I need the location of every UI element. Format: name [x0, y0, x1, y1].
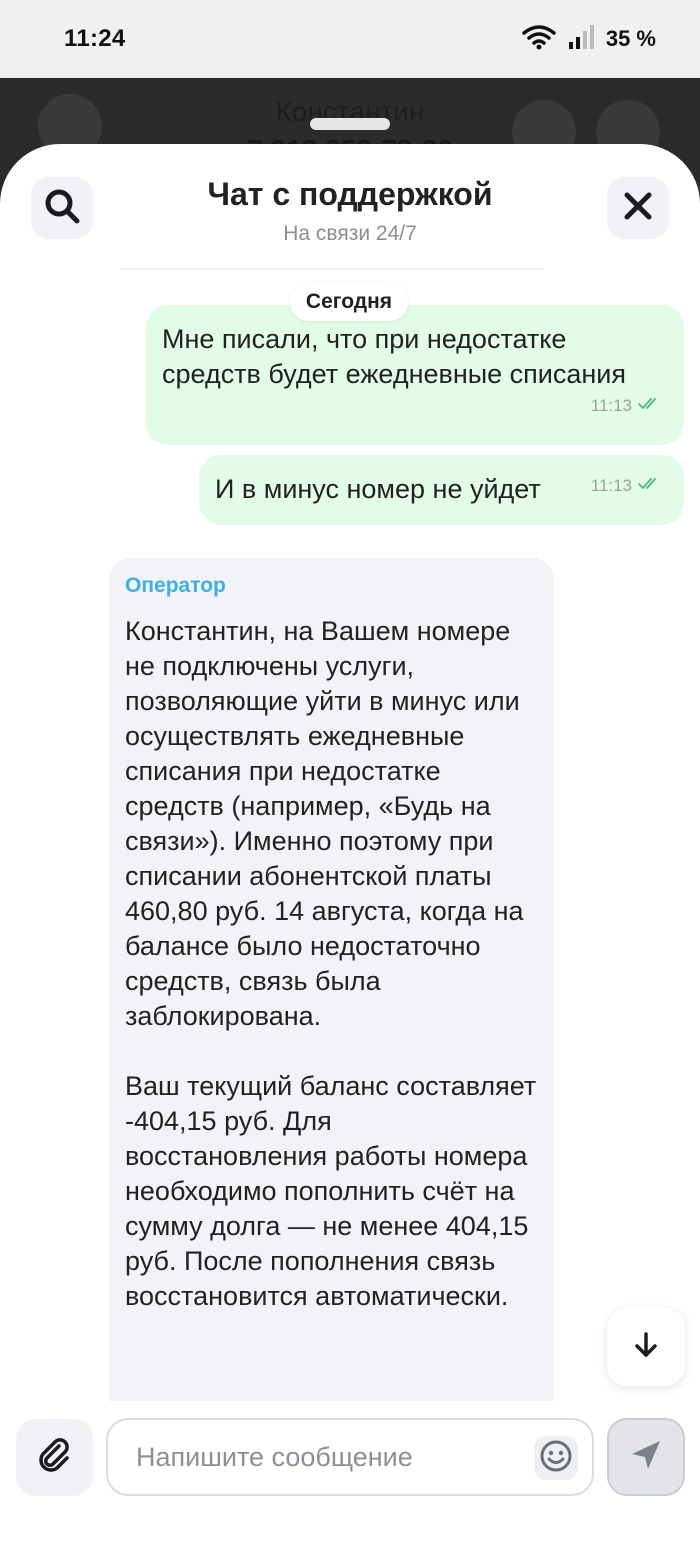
message-meta: 11:13	[591, 468, 662, 503]
message-text: Мне писали, что при недостатке средств б…	[162, 324, 627, 389]
status-icons: 35 %	[522, 24, 656, 55]
battery-level: 35 %	[605, 26, 656, 51]
double-check-icon	[638, 388, 662, 423]
paperclip-icon	[37, 1437, 73, 1478]
smiley-icon	[539, 1439, 573, 1478]
double-check-icon	[638, 468, 662, 503]
chat-header: Чат с поддержкой На связи 24/7	[0, 144, 700, 274]
outgoing-message[interactable]: Мне писали, что при недостатке средств б…	[146, 305, 684, 445]
message-time: 11:13	[590, 476, 632, 495]
outgoing-message[interactable]: И в минус номер не уйдет 11:13	[199, 455, 684, 525]
chat-title: Чат с поддержкой	[207, 176, 493, 212]
arrow-down-icon	[633, 1331, 659, 1364]
message-meta: 11:13	[591, 388, 662, 423]
message-input[interactable]	[136, 1420, 516, 1494]
divider	[120, 268, 544, 270]
message-time: 11:13	[590, 396, 632, 415]
signal-icon	[568, 24, 594, 55]
wifi-icon	[522, 24, 556, 55]
send-icon	[628, 1437, 664, 1478]
attach-button[interactable]	[16, 1419, 93, 1496]
close-button[interactable]	[607, 177, 669, 239]
message-input-field	[106, 1418, 594, 1496]
sender-label: Оператор	[125, 574, 226, 597]
support-chat-sheet: Чат с поддержкой На связи 24/7 Мне писал…	[0, 144, 700, 1541]
chat-subtitle: На связи 24/7	[283, 222, 417, 245]
status-time: 11:24	[64, 25, 126, 52]
close-icon	[622, 190, 654, 227]
date-separator: Сегодня	[290, 283, 408, 321]
emoji-button[interactable]	[534, 1436, 578, 1480]
incoming-message[interactable]: Оператор Константин, на Вашем номере не …	[109, 558, 554, 1458]
send-button[interactable]	[607, 1418, 685, 1496]
message-composer	[0, 1401, 700, 1541]
scroll-to-bottom-button[interactable]	[607, 1308, 685, 1386]
message-text: Константин, на Вашем номере не подключен…	[125, 616, 537, 1311]
drag-handle[interactable]	[310, 118, 390, 130]
status-bar: 11:24 35 %	[0, 0, 700, 78]
